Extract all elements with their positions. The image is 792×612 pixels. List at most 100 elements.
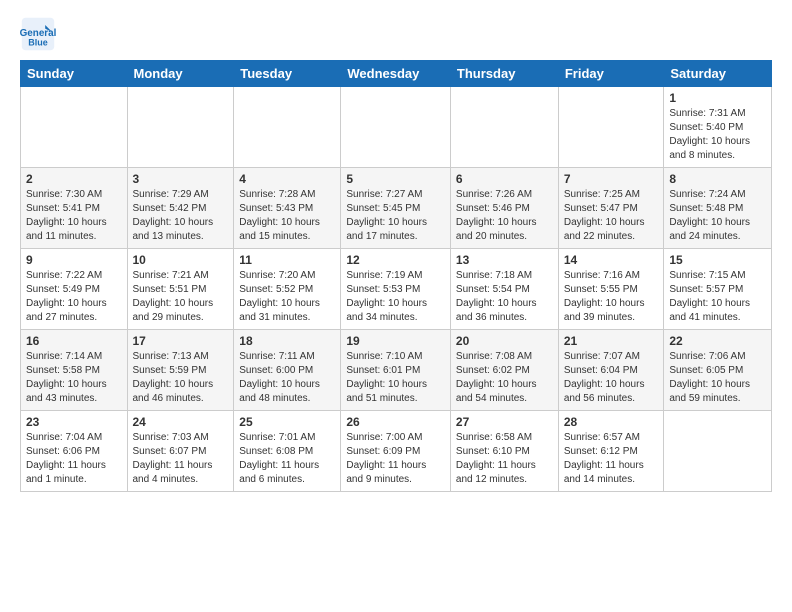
day-number: 2 [26, 172, 122, 186]
day-header-tuesday: Tuesday [234, 61, 341, 87]
day-number: 4 [239, 172, 335, 186]
day-info: Sunrise: 7:21 AM Sunset: 5:51 PM Dayligh… [133, 269, 229, 325]
day-cell: 25 Sunrise: 7:01 AM Sunset: 6:08 PM Dayli… [234, 411, 341, 492]
day-info: Sunrise: 7:00 AM Sunset: 6:09 PM Dayligh… [346, 431, 445, 487]
day-cell: 27Sunrise: 6:58 AM Sunset: 6:10 PM Dayli… [450, 411, 558, 492]
day-number: 3 [133, 172, 229, 186]
day-cell: 18Sunrise: 7:11 AM Sunset: 6:00 PM Dayli… [234, 330, 341, 411]
day-cell: 9 Sunrise: 7:22 AM Sunset: 5:49 PM Daylig… [21, 249, 128, 330]
day-number: 18 [239, 334, 335, 348]
logo: General Blue [20, 16, 60, 52]
day-number: 7 [564, 172, 659, 186]
day-number: 5 [346, 172, 445, 186]
svg-text:Blue: Blue [28, 38, 48, 48]
logo-icon: General Blue [20, 16, 56, 52]
header: General Blue [20, 16, 772, 52]
day-info: Sunrise: 7:25 AM Sunset: 5:47 PM Dayligh… [564, 188, 659, 244]
week-row-2: 9 Sunrise: 7:22 AM Sunset: 5:49 PM Daylig… [21, 249, 772, 330]
day-info: Sunrise: 7:31 AM Sunset: 5:40 PM Dayligh… [669, 107, 766, 163]
day-number: 27 [456, 415, 553, 429]
day-number: 14 [564, 253, 659, 267]
week-row-4: 23 Sunrise: 7:04 AM Sunset: 6:06 PM Dayli… [21, 411, 772, 492]
day-number: 1 [669, 91, 766, 105]
day-info: Sunrise: 7:18 AM Sunset: 5:54 PM Dayligh… [456, 269, 553, 325]
day-cell: 24 Sunrise: 7:03 AM Sunset: 6:07 PM Dayli… [127, 411, 234, 492]
day-header-wednesday: Wednesday [341, 61, 451, 87]
day-number: 23 [26, 415, 122, 429]
day-cell: 14 Sunrise: 7:16 AM Sunset: 5:55 PM Dayli… [558, 249, 664, 330]
day-cell: 6 Sunrise: 7:26 AM Sunset: 5:46 PM Daylig… [450, 168, 558, 249]
day-cell: 28 Sunrise: 6:57 AM Sunset: 6:12 PM Dayli… [558, 411, 664, 492]
day-cell: 7 Sunrise: 7:25 AM Sunset: 5:47 PM Daylig… [558, 168, 664, 249]
day-info: Sunrise: 7:15 AM Sunset: 5:57 PM Dayligh… [669, 269, 766, 325]
day-header-friday: Friday [558, 61, 664, 87]
day-info: Sunrise: 7:07 AM Sunset: 6:04 PM Dayligh… [564, 350, 659, 406]
day-number: 21 [564, 334, 659, 348]
day-header-sunday: Sunday [21, 61, 128, 87]
day-info: Sunrise: 7:30 AM Sunset: 5:41 PM Dayligh… [26, 188, 122, 244]
day-header-thursday: Thursday [450, 61, 558, 87]
day-header-monday: Monday [127, 61, 234, 87]
day-header-saturday: Saturday [664, 61, 772, 87]
day-info: Sunrise: 7:04 AM Sunset: 6:06 PM Dayligh… [26, 431, 122, 487]
day-cell [234, 87, 341, 168]
day-number: 6 [456, 172, 553, 186]
week-row-3: 16 Sunrise: 7:14 AM Sunset: 5:58 PM Dayli… [21, 330, 772, 411]
day-number: 17 [133, 334, 229, 348]
day-number: 20 [456, 334, 553, 348]
day-cell [664, 411, 772, 492]
day-cell: 16 Sunrise: 7:14 AM Sunset: 5:58 PM Dayli… [21, 330, 128, 411]
day-info: Sunrise: 6:57 AM Sunset: 6:12 PM Dayligh… [564, 431, 659, 487]
day-info: Sunrise: 7:16 AM Sunset: 5:55 PM Dayligh… [564, 269, 659, 325]
day-info: Sunrise: 7:08 AM Sunset: 6:02 PM Dayligh… [456, 350, 553, 406]
day-cell [21, 87, 128, 168]
header-row: SundayMondayTuesdayWednesdayThursdayFrid… [21, 61, 772, 87]
day-info: Sunrise: 7:22 AM Sunset: 5:49 PM Dayligh… [26, 269, 122, 325]
day-info: Sunrise: 7:19 AM Sunset: 5:53 PM Dayligh… [346, 269, 445, 325]
day-cell: 17 Sunrise: 7:13 AM Sunset: 5:59 PM Dayli… [127, 330, 234, 411]
day-cell: 5 Sunrise: 7:27 AM Sunset: 5:45 PM Daylig… [341, 168, 451, 249]
day-info: Sunrise: 7:06 AM Sunset: 6:05 PM Dayligh… [669, 350, 766, 406]
day-info: Sunrise: 7:13 AM Sunset: 5:59 PM Dayligh… [133, 350, 229, 406]
day-number: 13 [456, 253, 553, 267]
day-cell: 13 Sunrise: 7:18 AM Sunset: 5:54 PM Dayli… [450, 249, 558, 330]
day-cell: 3 Sunrise: 7:29 AM Sunset: 5:42 PM Daylig… [127, 168, 234, 249]
day-info: Sunrise: 7:10 AM Sunset: 6:01 PM Dayligh… [346, 350, 445, 406]
day-info: Sunrise: 7:03 AM Sunset: 6:07 PM Dayligh… [133, 431, 229, 487]
day-number: 26 [346, 415, 445, 429]
day-cell: 11Sunrise: 7:20 AM Sunset: 5:52 PM Dayli… [234, 249, 341, 330]
day-number: 15 [669, 253, 766, 267]
day-number: 8 [669, 172, 766, 186]
day-info: Sunrise: 7:28 AM Sunset: 5:43 PM Dayligh… [239, 188, 335, 244]
page: General Blue SundayMondayTuesdayWednesda… [0, 0, 792, 502]
day-cell [450, 87, 558, 168]
day-cell [127, 87, 234, 168]
day-cell: 15 Sunrise: 7:15 AM Sunset: 5:57 PM Dayli… [664, 249, 772, 330]
week-row-1: 2 Sunrise: 7:30 AM Sunset: 5:41 PM Daylig… [21, 168, 772, 249]
day-info: Sunrise: 7:27 AM Sunset: 5:45 PM Dayligh… [346, 188, 445, 244]
day-info: Sunrise: 7:29 AM Sunset: 5:42 PM Dayligh… [133, 188, 229, 244]
day-cell: 26 Sunrise: 7:00 AM Sunset: 6:09 PM Dayli… [341, 411, 451, 492]
day-info: Sunrise: 7:20 AM Sunset: 5:52 PM Dayligh… [239, 269, 335, 325]
day-cell: 2 Sunrise: 7:30 AM Sunset: 5:41 PM Daylig… [21, 168, 128, 249]
calendar-header: SundayMondayTuesdayWednesdayThursdayFrid… [21, 61, 772, 87]
day-cell: 21 Sunrise: 7:07 AM Sunset: 6:04 PM Dayli… [558, 330, 664, 411]
day-number: 12 [346, 253, 445, 267]
day-number: 24 [133, 415, 229, 429]
day-number: 19 [346, 334, 445, 348]
day-number: 9 [26, 253, 122, 267]
week-row-0: 1 Sunrise: 7:31 AM Sunset: 5:40 PM Daylig… [21, 87, 772, 168]
day-number: 16 [26, 334, 122, 348]
day-info: Sunrise: 7:24 AM Sunset: 5:48 PM Dayligh… [669, 188, 766, 244]
day-cell: 4 Sunrise: 7:28 AM Sunset: 5:43 PM Daylig… [234, 168, 341, 249]
day-cell: 8 Sunrise: 7:24 AM Sunset: 5:48 PM Daylig… [664, 168, 772, 249]
day-info: Sunrise: 7:14 AM Sunset: 5:58 PM Dayligh… [26, 350, 122, 406]
day-cell: 19 Sunrise: 7:10 AM Sunset: 6:01 PM Dayli… [341, 330, 451, 411]
day-info: Sunrise: 7:01 AM Sunset: 6:08 PM Dayligh… [239, 431, 335, 487]
day-info: Sunrise: 7:26 AM Sunset: 5:46 PM Dayligh… [456, 188, 553, 244]
day-cell [558, 87, 664, 168]
day-number: 25 [239, 415, 335, 429]
day-number: 28 [564, 415, 659, 429]
day-number: 22 [669, 334, 766, 348]
day-number: 10 [133, 253, 229, 267]
